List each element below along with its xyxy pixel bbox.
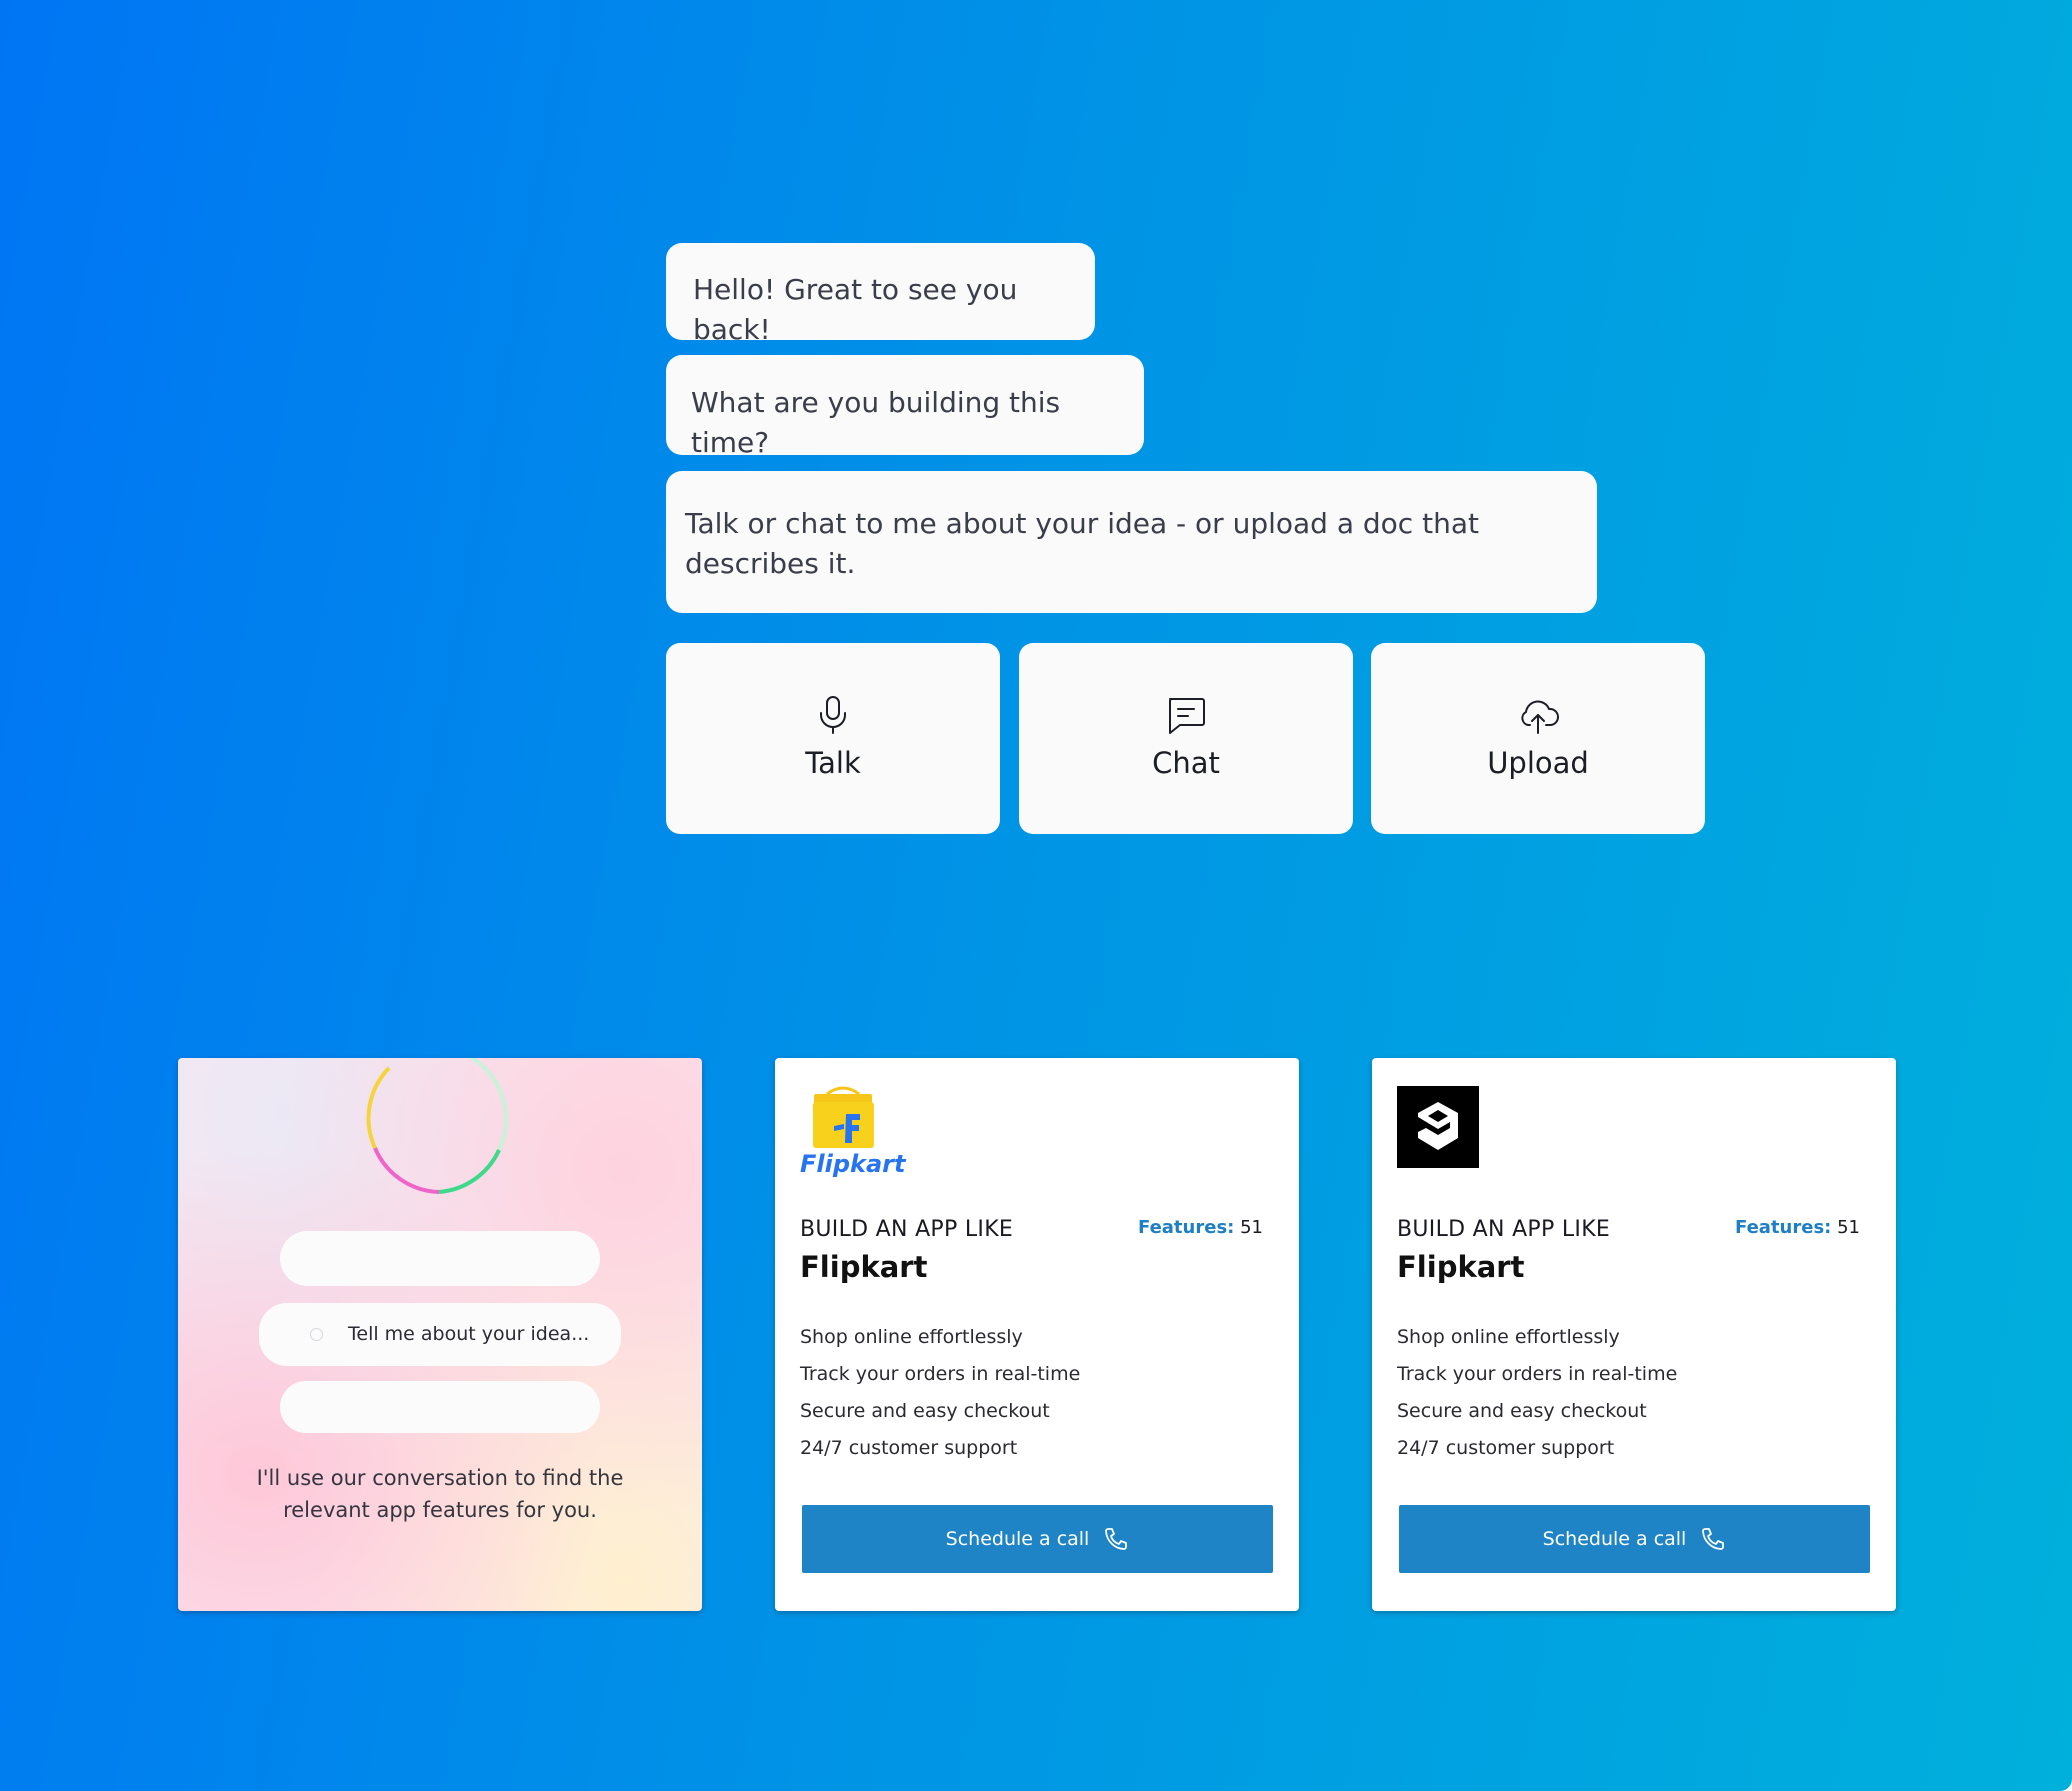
microphone-icon bbox=[820, 696, 846, 734]
chat-button[interactable]: Chat bbox=[1019, 643, 1353, 834]
list-item: Secure and easy checkout bbox=[1397, 1400, 1647, 1422]
assistant-caption: I'll use our conversation to find the re… bbox=[178, 1462, 702, 1526]
schedule-call-label: Schedule a call bbox=[1542, 1528, 1687, 1550]
upload-label: Upload bbox=[1487, 746, 1589, 780]
phone-icon bbox=[1702, 1528, 1725, 1550]
assistant-panel: Tell me about your idea... I'll use our … bbox=[178, 1058, 702, 1611]
page-background: Hello! Great to see you back! What are y… bbox=[0, 0, 2072, 1791]
list-item: Track your orders in real-time bbox=[800, 1363, 1081, 1385]
idea-input-placeholder: Tell me about your idea... bbox=[348, 1323, 590, 1345]
list-item: Shop online effortlessly bbox=[1397, 1326, 1620, 1348]
assistant-orb-icon bbox=[366, 1058, 508, 1194]
upload-button[interactable]: Upload bbox=[1371, 643, 1705, 834]
9gag-logo-icon bbox=[1397, 1086, 1479, 1168]
chat-icon bbox=[1169, 698, 1205, 734]
cloud-upload-icon bbox=[1521, 700, 1559, 734]
flipkart-logo-text: Flipkart bbox=[800, 1150, 906, 1178]
features-count: Features: 51 bbox=[1735, 1217, 1860, 1238]
talk-button[interactable]: Talk bbox=[666, 643, 1000, 834]
app-card-9gag: BUILD AN APP LIKE Features: 51 Flipkart … bbox=[1372, 1058, 1896, 1611]
schedule-call-button[interactable]: Schedule a call bbox=[802, 1505, 1273, 1573]
assistant-caption-line2: relevant app features for you. bbox=[283, 1498, 597, 1522]
app-name: Flipkart bbox=[1397, 1250, 1525, 1284]
assistant-message-instructions: Talk or chat to me about your idea - or … bbox=[666, 471, 1597, 613]
list-item: Secure and easy checkout bbox=[800, 1400, 1050, 1422]
features-key: Features: bbox=[1138, 1217, 1235, 1238]
app-name: Flipkart bbox=[800, 1250, 928, 1284]
app-card-flipkart: Flipkart BUILD AN APP LIKE Features: 51 … bbox=[775, 1058, 1299, 1611]
features-key: Features: bbox=[1735, 1217, 1832, 1238]
list-item: 24/7 customer support bbox=[800, 1437, 1018, 1459]
features-count: Features: 51 bbox=[1138, 1217, 1263, 1238]
schedule-call-label: Schedule a call bbox=[945, 1528, 1090, 1550]
flipkart-logo: Flipkart bbox=[800, 1086, 906, 1180]
message-placeholder-top bbox=[280, 1231, 600, 1286]
list-item: 24/7 customer support bbox=[1397, 1437, 1615, 1459]
features-value: 51 bbox=[1837, 1217, 1860, 1238]
chat-label: Chat bbox=[1152, 746, 1220, 780]
phone-icon bbox=[1105, 1528, 1128, 1550]
idea-input[interactable]: Tell me about your idea... bbox=[259, 1303, 621, 1366]
build-label: BUILD AN APP LIKE bbox=[800, 1217, 1014, 1242]
message-placeholder-bottom bbox=[280, 1381, 600, 1433]
list-item: Shop online effortlessly bbox=[800, 1326, 1023, 1348]
features-value: 51 bbox=[1240, 1217, 1263, 1238]
build-label: BUILD AN APP LIKE bbox=[1397, 1217, 1611, 1242]
schedule-call-button[interactable]: Schedule a call bbox=[1399, 1505, 1870, 1573]
assistant-caption-line1: I'll use our conversation to find the bbox=[256, 1466, 624, 1490]
feature-list: Shop online effortlessly Track your orde… bbox=[1397, 1325, 1677, 1473]
9gag-logo bbox=[1397, 1086, 1479, 1172]
talk-label: Talk bbox=[805, 746, 861, 780]
feature-list: Shop online effortlessly Track your orde… bbox=[800, 1325, 1080, 1473]
assistant-message-greeting: Hello! Great to see you back! bbox=[666, 243, 1095, 346]
list-item: Track your orders in real-time bbox=[1397, 1363, 1678, 1385]
assistant-message-question: What are you building this time? bbox=[666, 355, 1144, 459]
input-dot-icon bbox=[310, 1328, 323, 1341]
